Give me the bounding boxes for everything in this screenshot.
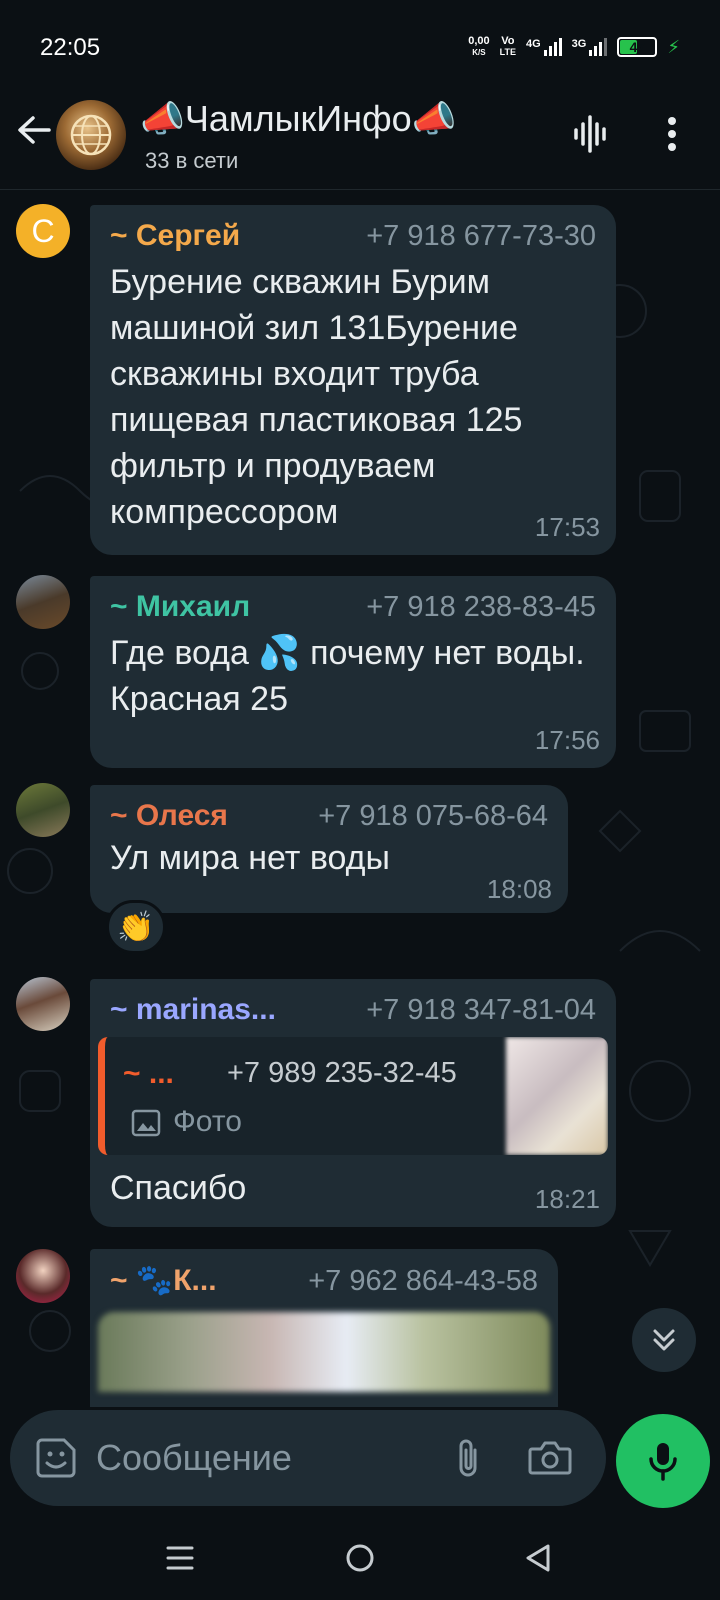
avatar[interactable] [16, 1249, 70, 1303]
avatar[interactable] [16, 575, 70, 629]
home-circle-icon [346, 1544, 374, 1572]
camera-icon [528, 1441, 572, 1475]
message-bubble[interactable]: ~ 🐾К... +7 962 864-43-58 [90, 1249, 558, 1407]
nav-back-button[interactable] [516, 1536, 560, 1580]
status-icons: 0,00 K/S Vo LTE 4G 3G 47 ⚡ [468, 30, 680, 64]
globe-emblem-icon [70, 114, 112, 156]
message-header: ~ Михаил +7 918 238-83-45 [110, 590, 596, 624]
microphone-icon [649, 1443, 677, 1481]
more-vertical-icon [668, 117, 676, 151]
avatar[interactable]: С [16, 204, 70, 258]
message-time: 17:53 [534, 512, 600, 542]
status-time: 22:05 [40, 34, 101, 61]
quote-media-type: Фото [173, 1105, 242, 1138]
double-chevron-down-icon [653, 1329, 675, 1351]
sender-phone: +7 918 075-68-64 [318, 800, 548, 832]
message-bubble[interactable]: ~ marinas... +7 918 347-81-04 ~ ... +7 9… [90, 979, 616, 1227]
sticker-icon [36, 1438, 76, 1478]
group-avatar[interactable] [56, 100, 126, 170]
triangle-back-icon [526, 1544, 550, 1572]
chat-area[interactable]: С ~ Сергей +7 918 677-73-30 Бурение сква… [0, 191, 720, 1407]
quoted-message[interactable]: ~ ... +7 989 235-32-45 Фото [98, 1037, 608, 1155]
sender-name[interactable]: ~ 🐾К... [110, 1263, 217, 1298]
system-navigation-bar [0, 1516, 720, 1600]
volte-bottom: LTE [499, 47, 516, 57]
sender-phone: +7 918 238-83-45 [366, 591, 596, 623]
quote-sender-name: ~ ... [123, 1057, 174, 1090]
message-header: ~ marinas... +7 918 347-81-04 [110, 993, 596, 1027]
voice-waveform-icon [574, 115, 606, 153]
back-button[interactable] [14, 110, 54, 150]
status-bar: 22:05 0,00 K/S Vo LTE 4G 3G 47 ⚡ [0, 0, 720, 90]
network-speed-unit: K/S [472, 48, 486, 57]
sender-name[interactable]: ~ Олеся [110, 799, 228, 833]
image-icon [131, 1109, 161, 1137]
sim1-signal-icon: 4G [526, 38, 562, 56]
online-count: 33 в сети [145, 148, 239, 173]
message-bubble[interactable]: ~ Михаил +7 918 238-83-45 Где вода 💦 поч… [90, 576, 616, 768]
nav-home-button[interactable] [338, 1536, 382, 1580]
nav-recents-button[interactable] [158, 1536, 202, 1580]
charging-icon: ⚡ [667, 36, 680, 57]
volte-indicator: Vo LTE [500, 36, 516, 58]
scroll-to-bottom-button[interactable] [632, 1308, 696, 1372]
message-bubble[interactable]: ~ Олеся +7 918 075-68-64 Ул мира нет вод… [90, 785, 568, 913]
message-header: ~ Олеся +7 918 075-68-64 [110, 799, 548, 833]
message-time: 17:56 [534, 725, 600, 755]
avatar[interactable] [16, 783, 70, 837]
avatar-letter: С [31, 212, 55, 249]
sender-phone: +7 918 677-73-30 [366, 220, 596, 252]
chat-header: 📣ЧамлыкИнфо📣 33 в сети [0, 90, 720, 190]
message-header: ~ Сергей +7 918 677-73-30 [110, 219, 596, 253]
message-bubble[interactable]: ~ Сергей +7 918 677-73-30 Бурение скважи… [90, 205, 616, 555]
battery-icon: 47 [617, 37, 658, 57]
battery-level: 47 [629, 39, 646, 55]
avatar[interactable] [16, 977, 70, 1031]
sender-phone: +7 918 347-81-04 [366, 994, 596, 1026]
emoji-sticker-button[interactable] [34, 1436, 78, 1480]
message-composer [10, 1410, 606, 1506]
network-speed-value: 0,00 [468, 35, 490, 47]
message-text: Спасибо [110, 1169, 247, 1207]
voice-record-button[interactable] [616, 1414, 710, 1508]
group-title[interactable]: 📣ЧамлыкИнфо📣 [140, 98, 456, 140]
sender-name[interactable]: ~ marinas... [110, 993, 276, 1027]
message-text: Бурение скважин Бурим машиной зил 131Бур… [110, 263, 523, 531]
more-options-button[interactable] [650, 112, 694, 156]
arrow-left-icon [18, 116, 51, 144]
message-header: ~ 🐾К... +7 962 864-43-58 [110, 1263, 538, 1298]
paperclip-icon [459, 1439, 477, 1477]
message-text: Где вода 💦 почему нет воды. Красная 25 [110, 634, 585, 718]
quote-sender-phone: +7 989 235-32-45 [227, 1057, 457, 1089]
sim1-label: 4G [525, 38, 541, 50]
message-text: Ул мира нет воды [110, 839, 390, 877]
reaction-emoji: 👏 [117, 910, 155, 944]
sim2-label: 3G [571, 38, 587, 50]
quote-thumbnail [506, 1037, 608, 1155]
media-preview[interactable] [98, 1312, 550, 1392]
voice-chat-button[interactable] [570, 112, 614, 156]
network-speed-indicator: 0,00 K/S [468, 36, 489, 58]
sender-name[interactable]: ~ Сергей [110, 219, 240, 253]
reaction-badge[interactable]: 👏 [106, 900, 166, 954]
volte-top: Vo [501, 35, 515, 47]
message-time: 18:21 [534, 1184, 600, 1214]
menu-lines-icon [166, 1546, 194, 1570]
sender-phone: +7 962 864-43-58 [308, 1265, 538, 1297]
camera-button[interactable] [526, 1436, 574, 1480]
sim2-signal-icon: 3G [572, 38, 608, 56]
attach-button[interactable] [446, 1434, 490, 1482]
message-time: 18:08 [486, 874, 552, 904]
message-input[interactable] [96, 1434, 426, 1482]
sender-name[interactable]: ~ Михаил [110, 590, 250, 624]
